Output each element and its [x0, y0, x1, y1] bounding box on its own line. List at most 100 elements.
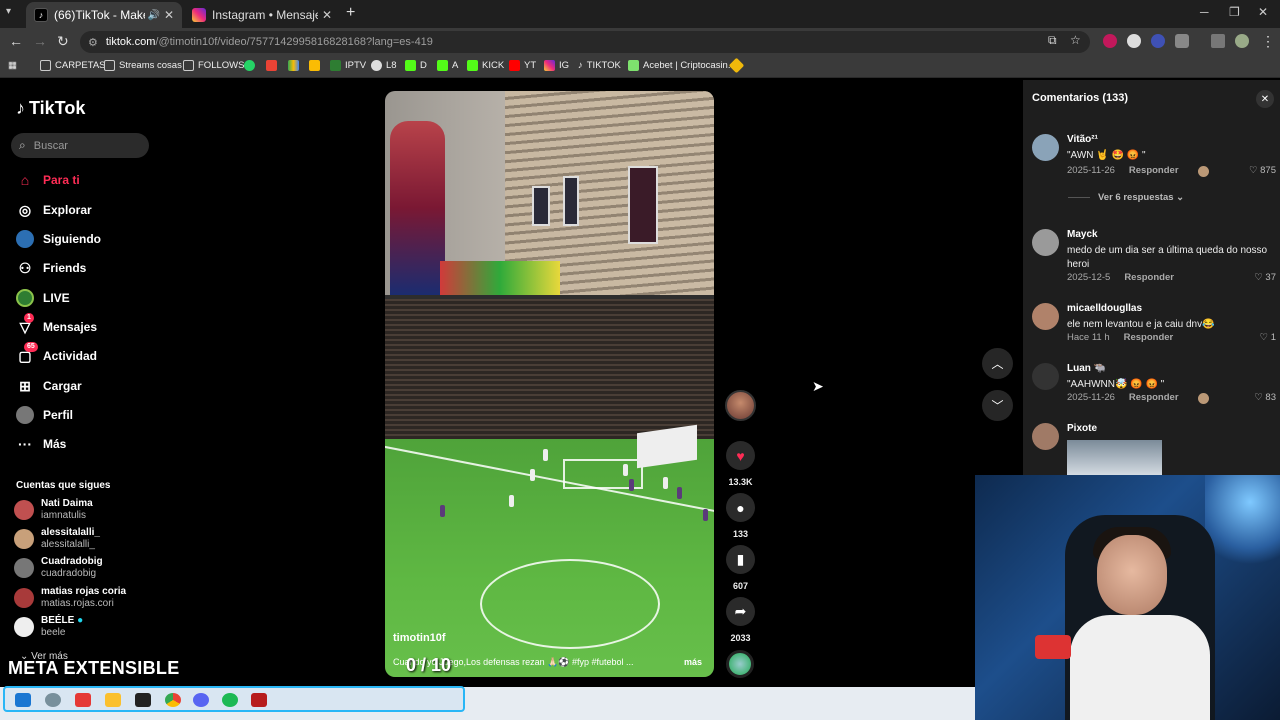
- creator-avatar[interactable]: [725, 390, 756, 421]
- bookmark-iptv[interactable]: IPTV: [330, 60, 366, 71]
- nav-explorar[interactable]: ◎ Explorar: [16, 199, 92, 221]
- comment-username[interactable]: Mayck: [1067, 229, 1098, 240]
- comment-image[interactable]: [1067, 440, 1162, 476]
- bookmark-acebet[interactable]: Acebet | Criptocasin...: [628, 60, 736, 71]
- music-disc-icon[interactable]: [726, 650, 754, 678]
- nav-mensajes[interactable]: ▽ 1 Mensajes: [16, 313, 97, 338]
- brave-icon[interactable]: [75, 693, 91, 707]
- reply-button[interactable]: Responder: [1124, 272, 1174, 283]
- site-info-icon[interactable]: ⚙: [88, 36, 98, 49]
- app-icon[interactable]: [251, 693, 267, 707]
- file-explorer-icon[interactable]: [105, 693, 121, 707]
- reply-button[interactable]: Responder: [1124, 332, 1174, 343]
- bookmark-ig[interactable]: IG: [544, 60, 569, 71]
- extension-icon[interactable]: [1151, 34, 1165, 48]
- avatar[interactable]: [1032, 363, 1059, 390]
- app-icon[interactable]: [135, 693, 151, 707]
- like-comment-button[interactable]: ♡ 875: [1249, 165, 1276, 176]
- windows-start-icon[interactable]: [15, 693, 31, 707]
- bookmark-streams[interactable]: Streams cosas: [104, 60, 182, 71]
- search-box[interactable]: ⌕: [11, 133, 149, 158]
- bookmark-yt[interactable]: YT: [509, 60, 536, 71]
- back-icon[interactable]: ←: [9, 33, 23, 49]
- speaker-icon[interactable]: 🔊: [147, 10, 159, 21]
- share-button[interactable]: ➦: [726, 597, 755, 626]
- reply-button[interactable]: Responder: [1129, 392, 1179, 403]
- nav-actividad[interactable]: ▢ 65 Actividad: [16, 342, 97, 367]
- view-replies-button[interactable]: Ver 6 respuestas ⌄: [1068, 192, 1184, 203]
- minimize-icon[interactable]: ─: [1200, 5, 1209, 19]
- close-tab-icon[interactable]: ✕: [322, 8, 332, 22]
- video-username[interactable]: timotin10f: [393, 632, 446, 644]
- nav-para-ti[interactable]: ⌂ Para ti: [16, 169, 80, 191]
- avatar[interactable]: [1032, 423, 1059, 450]
- settings-gear-icon[interactable]: [45, 693, 61, 707]
- tab-search-icon[interactable]: ▾: [6, 6, 11, 17]
- avatar[interactable]: [1032, 229, 1059, 256]
- restore-icon[interactable]: ❐: [1229, 5, 1240, 19]
- reply-button[interactable]: Responder: [1129, 165, 1179, 176]
- nav-live[interactable]: LIVE: [16, 287, 70, 309]
- bookmark-l8[interactable]: L8: [371, 60, 397, 71]
- install-app-icon[interactable]: ⧉: [1048, 33, 1057, 48]
- like-button[interactable]: ♥: [726, 441, 755, 470]
- next-video-button[interactable]: ﹀: [982, 390, 1013, 421]
- bookmark-keep[interactable]: [309, 60, 324, 71]
- nav-perfil[interactable]: Perfil: [16, 404, 73, 426]
- following-account[interactable]: BEÉLE ● beele: [14, 614, 83, 640]
- url-field[interactable]: ⚙ tiktok.com/@timotin10f/video/757714299…: [80, 31, 1090, 53]
- bookmark-star-icon[interactable]: ☆: [1070, 33, 1081, 47]
- close-comments-button[interactable]: ✕: [1256, 90, 1274, 108]
- tiktok-logo[interactable]: ♪ TikTok: [16, 98, 85, 119]
- following-account[interactable]: Cuadradobig cuadradobig: [14, 555, 103, 581]
- bookmark-kick[interactable]: KICK: [467, 60, 504, 71]
- menu-kebab-icon[interactable]: ⋮: [1261, 33, 1275, 50]
- following-account[interactable]: Nati Daima iamnatulis: [14, 497, 93, 523]
- bookmark-binance[interactable]: [728, 57, 746, 74]
- comment-username[interactable]: Vitão²¹: [1067, 134, 1098, 145]
- tab-tiktok[interactable]: ♪ (66)TikTok - Make Your Day 🔊 ✕: [26, 2, 182, 28]
- new-tab-icon[interactable]: +: [346, 4, 355, 22]
- comment-username[interactable]: micaelldougllas: [1067, 303, 1142, 314]
- comment-username[interactable]: Luan 🐃: [1067, 363, 1106, 374]
- extension-icon[interactable]: [1103, 34, 1117, 48]
- following-account[interactable]: matias rojas coria matias.rojas.cori: [14, 585, 126, 611]
- comment-username[interactable]: Pixote: [1067, 423, 1097, 434]
- video-player[interactable]: timotin10f Cuando yo Juego,Los defensas …: [385, 91, 714, 677]
- comment-button[interactable]: ●: [726, 493, 755, 522]
- close-tab-icon[interactable]: ✕: [164, 8, 174, 22]
- bookmark-d[interactable]: D: [405, 60, 427, 71]
- reload-icon[interactable]: ↻: [57, 33, 69, 50]
- forward-icon[interactable]: →: [33, 33, 47, 49]
- extensions-puzzle-icon[interactable]: [1175, 34, 1189, 48]
- nav-siguiendo[interactable]: Siguiendo: [16, 228, 101, 250]
- avatar[interactable]: [1032, 134, 1059, 161]
- search-input[interactable]: [33, 139, 134, 152]
- nav-cargar[interactable]: ⊞ Cargar: [16, 375, 82, 397]
- bookmark-gmail[interactable]: [266, 60, 281, 71]
- previous-video-button[interactable]: ︿: [982, 348, 1013, 379]
- like-comment-button[interactable]: ♡ 83: [1254, 392, 1276, 403]
- save-button[interactable]: ▮: [726, 545, 755, 574]
- profile-avatar-icon[interactable]: [1235, 34, 1249, 48]
- nav-friends[interactable]: ⚇ Friends: [16, 257, 87, 279]
- nav-mas[interactable]: ··· Más: [16, 433, 66, 455]
- bookmark-follows[interactable]: FOLLOWS: [183, 60, 244, 71]
- chrome-icon[interactable]: [165, 693, 181, 707]
- apps-grid-icon[interactable]: ▦: [8, 60, 17, 71]
- spotify-icon[interactable]: [222, 693, 238, 707]
- media-controls-icon[interactable]: [1211, 34, 1225, 48]
- tab-instagram[interactable]: Instagram • Mensajes ✕: [184, 2, 340, 28]
- avatar[interactable]: [1032, 303, 1059, 330]
- bookmark-whatsapp[interactable]: [244, 60, 259, 71]
- bookmark-tiktok[interactable]: ♪ TIKTOK: [578, 60, 621, 71]
- discord-icon[interactable]: [193, 693, 209, 707]
- like-comment-button[interactable]: ♡ 37: [1254, 272, 1276, 283]
- bookmark-a[interactable]: A: [437, 60, 458, 71]
- like-comment-button[interactable]: ♡ 1: [1260, 332, 1276, 343]
- extension-icon[interactable]: [1127, 34, 1141, 48]
- close-window-icon[interactable]: ✕: [1258, 5, 1268, 19]
- video-more-link[interactable]: más: [684, 657, 702, 667]
- following-account[interactable]: alessitalalli_ alessitalalli_: [14, 526, 100, 552]
- bookmark-carpetas[interactable]: CARPETAS: [40, 60, 106, 71]
